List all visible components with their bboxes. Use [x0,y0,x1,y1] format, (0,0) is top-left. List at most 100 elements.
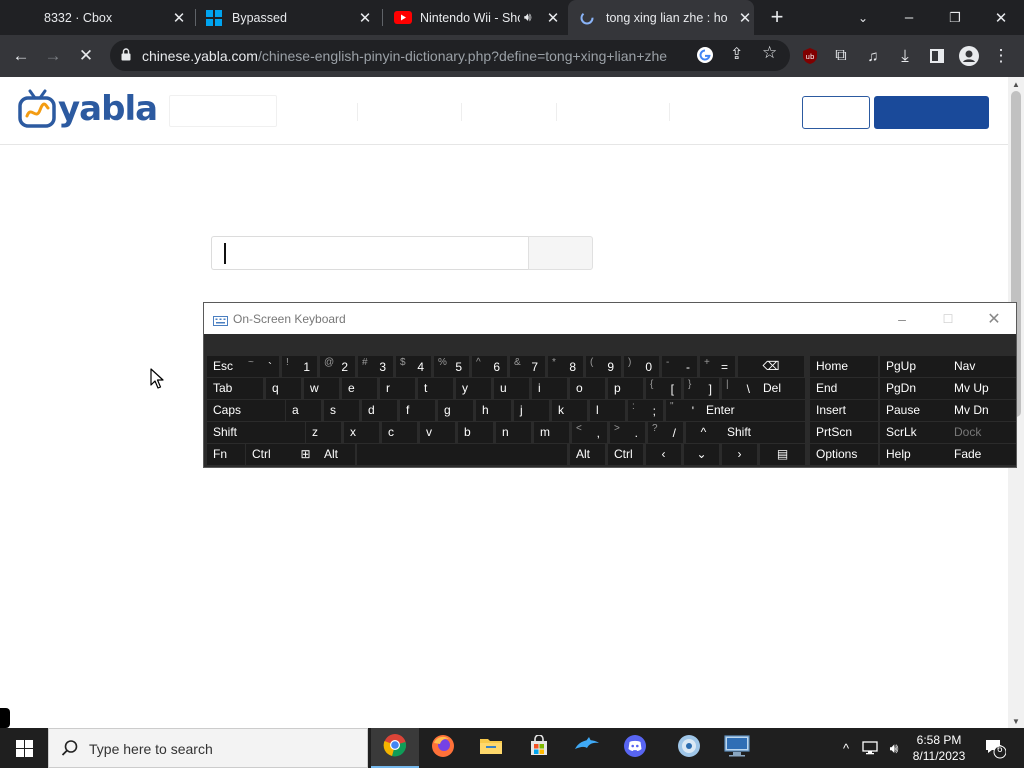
osk-key[interactable] [357,444,567,465]
osk-key[interactable]: y [456,378,491,399]
osk-key[interactable]: u [494,378,529,399]
osk-key[interactable]: PgUp [880,356,948,377]
new-tab-button[interactable]: + [766,6,788,29]
osk-key[interactable]: Esc [207,356,244,377]
chrome-menu-icon[interactable]: ⋮ [986,41,1016,71]
osk-key[interactable]: Fade [948,444,1016,465]
network-icon[interactable] [860,728,880,768]
google-lens-icon[interactable] [696,46,714,64]
osk-key[interactable]: ▤ [760,444,805,465]
volume-icon[interactable]: 🔊︎ [884,728,904,768]
taskbar-search-box[interactable]: Type here to search [48,728,368,768]
dolphin-taskbar-button[interactable] [563,728,611,768]
firefox-taskbar-button[interactable] [419,728,467,768]
osk-key[interactable]: Enter [700,400,805,421]
osk-key[interactable]: Shift [721,422,805,443]
tab-close-icon[interactable]: ✕ [736,9,754,27]
search-button[interactable] [528,236,593,270]
osk-key[interactable]: ! 1 [282,356,317,377]
osk-close-icon[interactable]: ✕ [971,303,1017,334]
extensions-puzzle-icon[interactable]: ⧉ [826,41,856,71]
side-panel-icon[interactable] [922,41,952,71]
osk-key[interactable]: Nav [948,356,1016,377]
close-window-icon[interactable]: ✕ [978,0,1024,35]
osk-key[interactable]: Tab [207,378,263,399]
osk-key[interactable]: p [608,378,643,399]
osk-key[interactable]: PrtScn [810,422,878,443]
file-explorer-taskbar-button[interactable] [467,728,515,768]
login-button[interactable] [802,96,870,129]
tab-close-icon[interactable]: ✕ [356,9,374,27]
osk-key[interactable]: j [514,400,549,421]
osk-key[interactable]: w [304,378,339,399]
osk-key[interactable]: Insert [810,400,878,421]
signup-button[interactable] [874,96,989,129]
osk-key[interactable]: Fn [207,444,245,465]
osk-key[interactable]: & 7 [510,356,545,377]
osk-minimize-icon[interactable]: – [879,303,925,334]
osk-key[interactable]: ‹ [646,444,681,465]
osk-key[interactable]: PgDn [880,378,948,399]
tab-yabla-active[interactable]: tong xing lian zhe : hon ✕ [568,0,754,35]
osk-key[interactable]: Mv Dn [948,400,1016,421]
osk-key[interactable]: ^ 6 [472,356,507,377]
osk-key[interactable]: f [400,400,435,421]
ublock-icon[interactable]: ub [802,48,818,64]
osk-key[interactable]: ? / [648,422,683,443]
tab-bypassed[interactable]: Bypassed ✕ [198,0,380,35]
scroll-down-arrow-icon[interactable]: ▼ [1008,714,1024,728]
minimize-icon[interactable]: – [886,0,932,35]
osk-key[interactable]: q [266,378,301,399]
osk-key[interactable]: % 5 [434,356,469,377]
store-taskbar-button[interactable] [515,728,563,768]
stop-loading-icon[interactable]: ✕ [71,41,101,71]
osk-key[interactable]: ⌫ [738,356,804,377]
osk-key[interactable]: ScrLk [880,422,948,443]
osk-key[interactable]: k [552,400,587,421]
osk-key[interactable]: Alt [570,444,605,465]
osk-key[interactable]: -- [662,356,697,377]
osk-key[interactable]: #3 [358,356,393,377]
profile-avatar-icon[interactable] [954,41,984,71]
osk-key[interactable]: ⌄ [684,444,719,465]
osk-key[interactable]: {[ [646,378,681,399]
tab-close-icon[interactable]: ✕ [170,9,188,27]
tab-nintendo-wii[interactable]: Nintendo Wii - Sho 🔊︎ ✕ [386,0,566,35]
scroll-up-arrow-icon[interactable]: ▲ [1008,77,1024,91]
osk-key[interactable]: | \ [722,378,757,399]
osk-key[interactable]: e [342,378,377,399]
osk-key[interactable]: Pause [880,400,948,421]
osk-key[interactable]: z [306,422,341,443]
osk-key[interactable]: c [382,422,417,443]
osk-key[interactable]: › [722,444,757,465]
bookmark-star-icon[interactable]: ☆ [762,43,777,63]
osk-key[interactable]: Home [810,356,878,377]
url-text[interactable]: chinese.yabla.com/chinese-english-pinyin… [142,48,678,64]
speaker-icon[interactable]: 🔊︎ [524,10,542,25]
osk-key[interactable]: Shift [207,422,305,443]
osk-key[interactable]: Del [757,378,805,399]
osk-key[interactable]: $4 [396,356,431,377]
download-icon[interactable]: ⤓ [890,41,920,71]
media-taskbar-button[interactable] [665,728,713,768]
osk-key[interactable]: }] [684,378,719,399]
chrome-taskbar-button[interactable] [371,728,419,768]
osk-key[interactable]: s [324,400,359,421]
tab-cbox[interactable]: 8332 · Cbox ✕ [8,0,194,35]
osk-key[interactable]: b [458,422,493,443]
osk-key[interactable]: * 8 [548,356,583,377]
osk-key[interactable]: Options [810,444,878,465]
osk-key[interactable]: (9 [586,356,621,377]
start-button[interactable] [0,728,48,768]
osk-key[interactable]: a [286,400,321,421]
osk-key[interactable]: h [476,400,511,421]
yabla-logo[interactable]: yabla [18,87,158,131]
osk-key[interactable]: Alt [318,444,355,465]
osk-key[interactable]: ^ [686,422,721,443]
osk-key[interactable]: >. [610,422,645,443]
osk-key[interactable]: v [420,422,455,443]
taskbar-clock[interactable]: 6:58 PM 8/11/2023 [908,732,970,764]
media-control-icon[interactable]: ♫ [858,41,888,71]
osk-key[interactable]: o [570,378,605,399]
osk-key[interactable]: ) 0 [624,356,659,377]
